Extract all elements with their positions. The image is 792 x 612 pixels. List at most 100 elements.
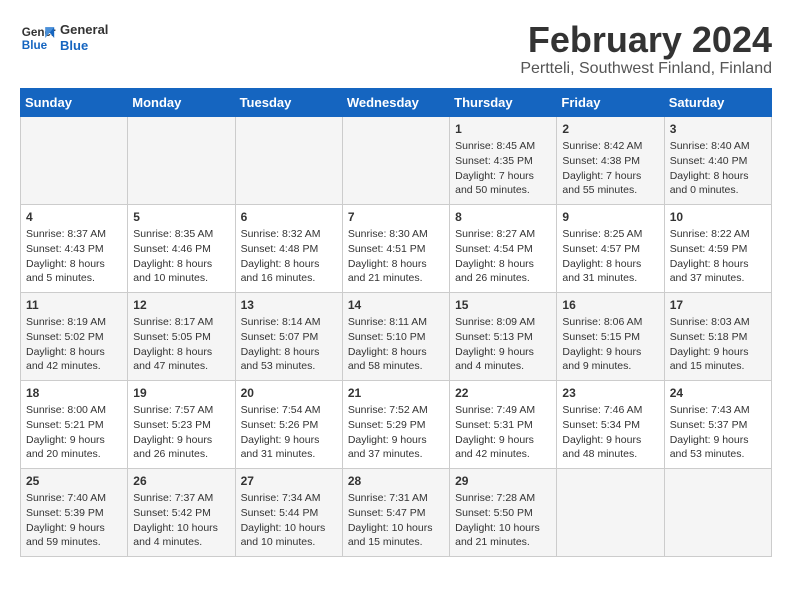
cell-content: Sunrise: 7:57 AM	[133, 403, 229, 418]
cell-content: Sunset: 4:40 PM	[670, 154, 766, 169]
cell-content: Sunrise: 8:27 AM	[455, 227, 551, 242]
day-header-monday: Monday	[128, 88, 235, 116]
cell-content: Sunset: 4:54 PM	[455, 242, 551, 257]
cell-content: and 21 minutes.	[455, 535, 551, 550]
cell-content: Daylight: 10 hours	[455, 521, 551, 536]
calendar-week-3: 11Sunrise: 8:19 AMSunset: 5:02 PMDayligh…	[21, 292, 772, 380]
day-number: 27	[241, 473, 337, 490]
cell-content: Daylight: 8 hours	[241, 257, 337, 272]
cell-content: Sunrise: 8:19 AM	[26, 315, 122, 330]
cell-content: and 53 minutes.	[241, 359, 337, 374]
day-number: 6	[241, 209, 337, 226]
calendar-header-row: SundayMondayTuesdayWednesdayThursdayFrid…	[21, 88, 772, 116]
calendar-cell: 10Sunrise: 8:22 AMSunset: 4:59 PMDayligh…	[664, 204, 771, 292]
cell-content: Sunset: 5:37 PM	[670, 418, 766, 433]
calendar-week-2: 4Sunrise: 8:37 AMSunset: 4:43 PMDaylight…	[21, 204, 772, 292]
cell-content: and 20 minutes.	[26, 447, 122, 462]
cell-content: Sunset: 5:05 PM	[133, 330, 229, 345]
cell-content: Sunset: 5:21 PM	[26, 418, 122, 433]
cell-content: Sunset: 4:57 PM	[562, 242, 658, 257]
calendar-week-4: 18Sunrise: 8:00 AMSunset: 5:21 PMDayligh…	[21, 380, 772, 468]
cell-content: Sunset: 5:31 PM	[455, 418, 551, 433]
day-number: 14	[348, 297, 444, 314]
calendar-cell: 18Sunrise: 8:00 AMSunset: 5:21 PMDayligh…	[21, 380, 128, 468]
cell-content: Sunrise: 7:31 AM	[348, 491, 444, 506]
cell-content: Sunset: 4:51 PM	[348, 242, 444, 257]
cell-content: Daylight: 7 hours	[455, 169, 551, 184]
calendar-cell	[342, 116, 449, 204]
cell-content: Sunrise: 8:00 AM	[26, 403, 122, 418]
cell-content: Sunset: 5:18 PM	[670, 330, 766, 345]
calendar-cell: 13Sunrise: 8:14 AMSunset: 5:07 PMDayligh…	[235, 292, 342, 380]
cell-content: and 42 minutes.	[26, 359, 122, 374]
calendar-body: 1Sunrise: 8:45 AMSunset: 4:35 PMDaylight…	[21, 116, 772, 556]
cell-content: Sunset: 5:44 PM	[241, 506, 337, 521]
cell-content: and 59 minutes.	[26, 535, 122, 550]
cell-content: and 10 minutes.	[241, 535, 337, 550]
day-number: 11	[26, 297, 122, 314]
cell-content: Sunset: 5:29 PM	[348, 418, 444, 433]
cell-content: Sunrise: 8:32 AM	[241, 227, 337, 242]
page-header: General Blue General Blue February 2024 …	[20, 20, 772, 78]
page-title: February 2024	[520, 20, 772, 60]
cell-content: Sunrise: 8:06 AM	[562, 315, 658, 330]
cell-content: Daylight: 8 hours	[670, 169, 766, 184]
calendar-cell: 29Sunrise: 7:28 AMSunset: 5:50 PMDayligh…	[450, 468, 557, 556]
day-number: 25	[26, 473, 122, 490]
cell-content: Sunset: 5:07 PM	[241, 330, 337, 345]
cell-content: and 47 minutes.	[133, 359, 229, 374]
calendar-cell: 26Sunrise: 7:37 AMSunset: 5:42 PMDayligh…	[128, 468, 235, 556]
cell-content: Sunset: 4:59 PM	[670, 242, 766, 257]
day-number: 26	[133, 473, 229, 490]
cell-content: Sunrise: 8:09 AM	[455, 315, 551, 330]
cell-content: Sunset: 5:13 PM	[455, 330, 551, 345]
cell-content: Sunset: 5:47 PM	[348, 506, 444, 521]
cell-content: Sunrise: 7:28 AM	[455, 491, 551, 506]
cell-content: and 37 minutes.	[670, 271, 766, 286]
calendar-cell: 4Sunrise: 8:37 AMSunset: 4:43 PMDaylight…	[21, 204, 128, 292]
cell-content: Sunrise: 7:46 AM	[562, 403, 658, 418]
calendar-cell: 14Sunrise: 8:11 AMSunset: 5:10 PMDayligh…	[342, 292, 449, 380]
cell-content: and 58 minutes.	[348, 359, 444, 374]
cell-content: Daylight: 8 hours	[241, 345, 337, 360]
day-number: 3	[670, 121, 766, 138]
calendar-cell: 11Sunrise: 8:19 AMSunset: 5:02 PMDayligh…	[21, 292, 128, 380]
day-number: 4	[26, 209, 122, 226]
calendar-cell: 21Sunrise: 7:52 AMSunset: 5:29 PMDayligh…	[342, 380, 449, 468]
cell-content: Sunrise: 8:35 AM	[133, 227, 229, 242]
calendar-cell: 15Sunrise: 8:09 AMSunset: 5:13 PMDayligh…	[450, 292, 557, 380]
cell-content: Sunset: 5:15 PM	[562, 330, 658, 345]
cell-content: and 48 minutes.	[562, 447, 658, 462]
calendar-week-1: 1Sunrise: 8:45 AMSunset: 4:35 PMDaylight…	[21, 116, 772, 204]
calendar-cell	[557, 468, 664, 556]
calendar-week-5: 25Sunrise: 7:40 AMSunset: 5:39 PMDayligh…	[21, 468, 772, 556]
calendar-cell: 23Sunrise: 7:46 AMSunset: 5:34 PMDayligh…	[557, 380, 664, 468]
cell-content: and 42 minutes.	[455, 447, 551, 462]
day-number: 23	[562, 385, 658, 402]
cell-content: Daylight: 8 hours	[348, 257, 444, 272]
cell-content: Sunset: 5:34 PM	[562, 418, 658, 433]
calendar-cell	[235, 116, 342, 204]
day-number: 13	[241, 297, 337, 314]
day-header-saturday: Saturday	[664, 88, 771, 116]
logo-icon: General Blue	[20, 20, 56, 56]
day-number: 28	[348, 473, 444, 490]
cell-content: Daylight: 8 hours	[670, 257, 766, 272]
cell-content: and 0 minutes.	[670, 183, 766, 198]
cell-content: Daylight: 8 hours	[133, 257, 229, 272]
calendar-cell: 19Sunrise: 7:57 AMSunset: 5:23 PMDayligh…	[128, 380, 235, 468]
calendar-cell: 8Sunrise: 8:27 AMSunset: 4:54 PMDaylight…	[450, 204, 557, 292]
title-area: February 2024 Pertteli, Southwest Finlan…	[520, 20, 772, 78]
page-subtitle: Pertteli, Southwest Finland, Finland	[520, 60, 772, 78]
cell-content: and 31 minutes.	[562, 271, 658, 286]
calendar-cell: 27Sunrise: 7:34 AMSunset: 5:44 PMDayligh…	[235, 468, 342, 556]
calendar-cell: 24Sunrise: 7:43 AMSunset: 5:37 PMDayligh…	[664, 380, 771, 468]
day-number: 24	[670, 385, 766, 402]
cell-content: Daylight: 9 hours	[455, 345, 551, 360]
cell-content: and 5 minutes.	[26, 271, 122, 286]
day-number: 10	[670, 209, 766, 226]
cell-content: Daylight: 9 hours	[670, 345, 766, 360]
calendar-cell: 22Sunrise: 7:49 AMSunset: 5:31 PMDayligh…	[450, 380, 557, 468]
logo: General Blue General Blue	[20, 20, 108, 56]
day-header-sunday: Sunday	[21, 88, 128, 116]
